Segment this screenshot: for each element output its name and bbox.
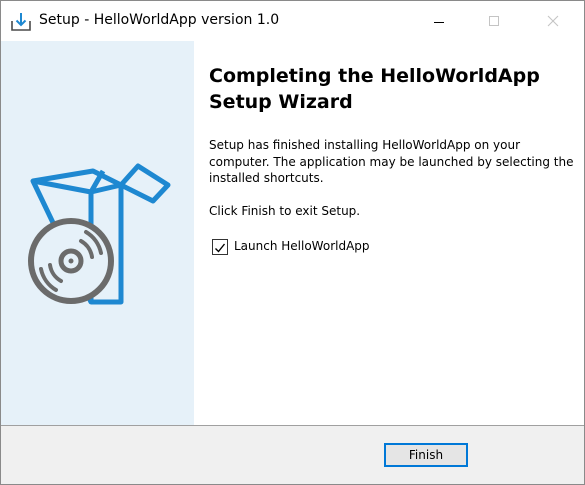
content-panel: Completing the HelloWorldApp Setup Wizar… xyxy=(194,41,584,425)
launch-checkbox-label[interactable]: Launch HelloWorldApp xyxy=(234,239,370,253)
window-title: Setup - HelloWorldApp version 1.0 xyxy=(39,12,280,28)
close-button[interactable] xyxy=(530,1,576,41)
checkmark-icon xyxy=(215,243,226,253)
completion-message: Setup has finished installing HelloWorld… xyxy=(209,138,574,185)
exit-instruction: Click Finish to exit Setup. xyxy=(209,204,361,218)
box-with-disc-icon xyxy=(28,163,171,305)
setup-window: Setup - HelloWorldApp version 1.0 Comple… xyxy=(0,0,585,485)
close-icon xyxy=(547,15,559,27)
setup-download-icon xyxy=(11,12,31,32)
page-title: Completing the HelloWorldApp Setup Wizar… xyxy=(209,65,540,113)
maximize-icon xyxy=(489,16,499,26)
launch-checkbox[interactable] xyxy=(212,239,228,255)
side-panel xyxy=(1,41,194,425)
title-bar[interactable]: Setup - HelloWorldApp version 1.0 xyxy=(1,1,584,41)
minimize-icon xyxy=(434,22,444,23)
button-bar: Finish xyxy=(1,425,584,484)
minimize-button[interactable] xyxy=(416,1,462,41)
maximize-button[interactable] xyxy=(471,1,517,41)
finish-button[interactable]: Finish xyxy=(384,443,468,467)
